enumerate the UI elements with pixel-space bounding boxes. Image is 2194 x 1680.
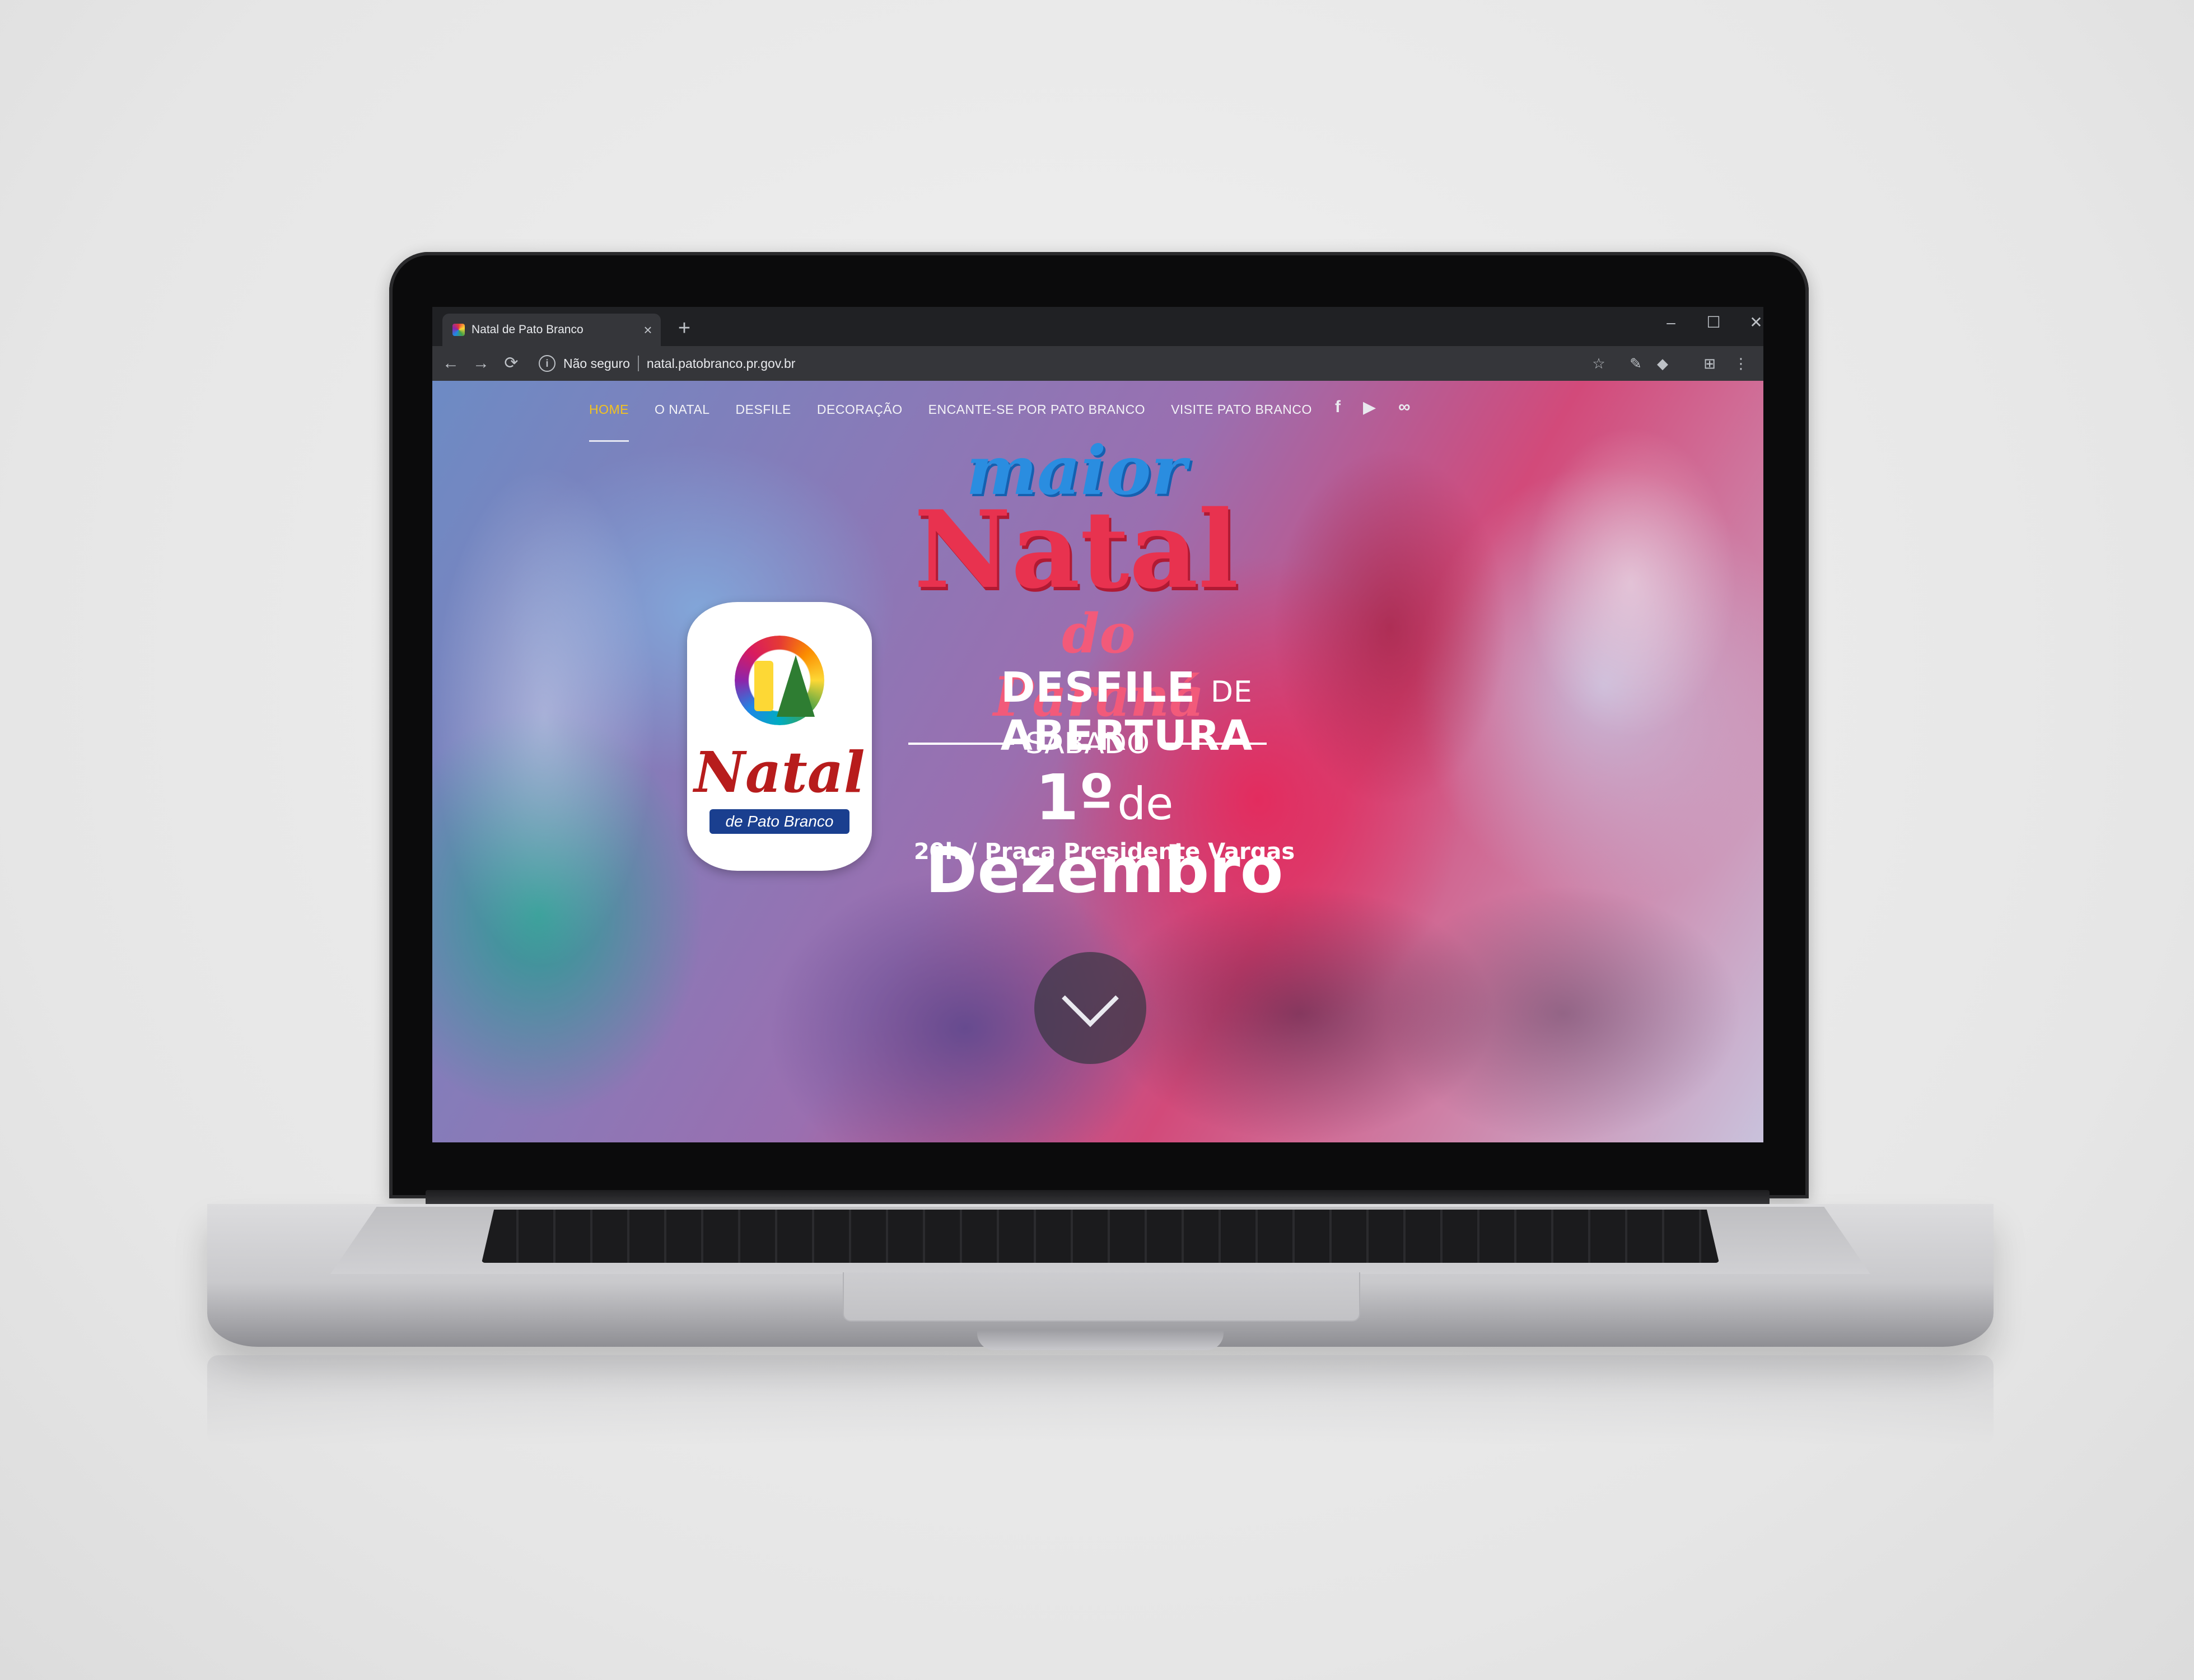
- favicon-icon: [452, 324, 465, 336]
- swan-photo: [432, 465, 656, 969]
- headline-natal: Natal: [914, 487, 1239, 612]
- nav-visite[interactable]: VISITE PATO BRANCO: [1171, 402, 1312, 417]
- event-day-row: SÁBADO: [908, 727, 1267, 760]
- laptop-screen: Natal de Pato Branco × + – ☐ ✕ ← → ⟳ i N…: [432, 307, 1763, 1142]
- tab-close-icon[interactable]: ×: [639, 321, 656, 339]
- main-navigation: HOME O NATAL DESFILE DECORAÇÃO ENCANTE-S…: [589, 402, 1312, 442]
- laptop-reflection: [207, 1355, 1994, 1445]
- nav-home[interactable]: HOME: [589, 402, 629, 442]
- natal-logo-badge: Natal de Pato Branco: [687, 602, 872, 871]
- logo-tree-icon: [777, 655, 815, 717]
- youtube-icon[interactable]: ▶: [1363, 398, 1376, 417]
- chevron-down-icon: [1062, 970, 1119, 1027]
- browser-tab[interactable]: Natal de Pato Branco ×: [442, 314, 661, 346]
- costume-photo: [1524, 426, 1737, 739]
- url-text[interactable]: natal.patobranco.pr.gov.br: [647, 356, 796, 371]
- address-bar[interactable]: i Não seguro natal.patobranco.pr.gov.br: [539, 351, 1607, 376]
- nav-encante-se[interactable]: ENCANTE-SE POR PATO BRANCO: [928, 402, 1145, 417]
- bookmark-star-icon[interactable]: ☆: [1587, 352, 1611, 375]
- extension-shield-icon[interactable]: ◆: [1651, 352, 1674, 375]
- web-page: HOME O NATAL DESFILE DECORAÇÃO ENCANTE-S…: [432, 381, 1763, 1142]
- window-maximize-button[interactable]: ☐: [1697, 310, 1730, 335]
- new-tab-button[interactable]: +: [673, 315, 695, 342]
- security-label: Não seguro: [563, 356, 630, 371]
- event-title-desfile: DESFILE: [1001, 664, 1196, 712]
- crowd-photo: [1384, 885, 1743, 1142]
- browser-tab-bar: Natal de Pato Branco × + – ☐ ✕: [432, 307, 1763, 346]
- event-day: SÁBADO: [1025, 727, 1150, 760]
- back-button[interactable]: ←: [439, 352, 463, 375]
- nav-decoracao[interactable]: DECORAÇÃO: [817, 402, 903, 417]
- logo-candle-icon: [754, 661, 773, 711]
- nav-o-natal[interactable]: O NATAL: [655, 402, 710, 417]
- tripadvisor-icon[interactable]: ∞: [1398, 398, 1410, 417]
- laptop-notch: [977, 1330, 1224, 1350]
- address-separator: [637, 356, 639, 371]
- window-minimize-button[interactable]: –: [1654, 310, 1688, 335]
- event-date-de: de: [1117, 778, 1174, 830]
- divider-left: [908, 743, 1015, 745]
- scroll-down-button[interactable]: [1034, 952, 1146, 1064]
- event-title-de: DE: [1210, 675, 1253, 709]
- laptop-hinge: [426, 1190, 1770, 1206]
- laptop-trackpad: [843, 1272, 1360, 1322]
- logo-natal-text: Natal: [694, 739, 865, 805]
- forward-button[interactable]: →: [469, 352, 493, 375]
- logo-subtitle: de Pato Branco: [709, 809, 849, 834]
- event-date-number: 1º: [1035, 762, 1114, 834]
- browser-menu-icon[interactable]: ⋮: [1729, 352, 1753, 375]
- extension-pen-icon[interactable]: ✎: [1624, 352, 1647, 375]
- laptop-mockup: Natal de Pato Branco × + – ☐ ✕ ← → ⟳ i N…: [0, 0, 2194, 1680]
- browser-toolbar: ← → ⟳ i Não seguro natal.patobranco.pr.g…: [432, 346, 1763, 381]
- incognito-icon[interactable]: ⊞: [1698, 352, 1721, 375]
- nav-desfile[interactable]: DESFILE: [736, 402, 791, 417]
- laptop-keyboard: [482, 1210, 1719, 1263]
- divider-right: [1160, 743, 1267, 745]
- event-date: 1º de Dezembro: [880, 762, 1328, 907]
- social-links: f ▶ ∞: [1335, 398, 1410, 417]
- tab-title: Natal de Pato Branco: [472, 323, 583, 336]
- reload-button[interactable]: ⟳: [500, 352, 523, 375]
- info-icon[interactable]: i: [539, 355, 555, 372]
- window-close-button[interactable]: ✕: [1739, 310, 1763, 335]
- facebook-icon[interactable]: f: [1335, 398, 1341, 417]
- event-place: 20h / Praça Presidente Vargas: [913, 839, 1295, 865]
